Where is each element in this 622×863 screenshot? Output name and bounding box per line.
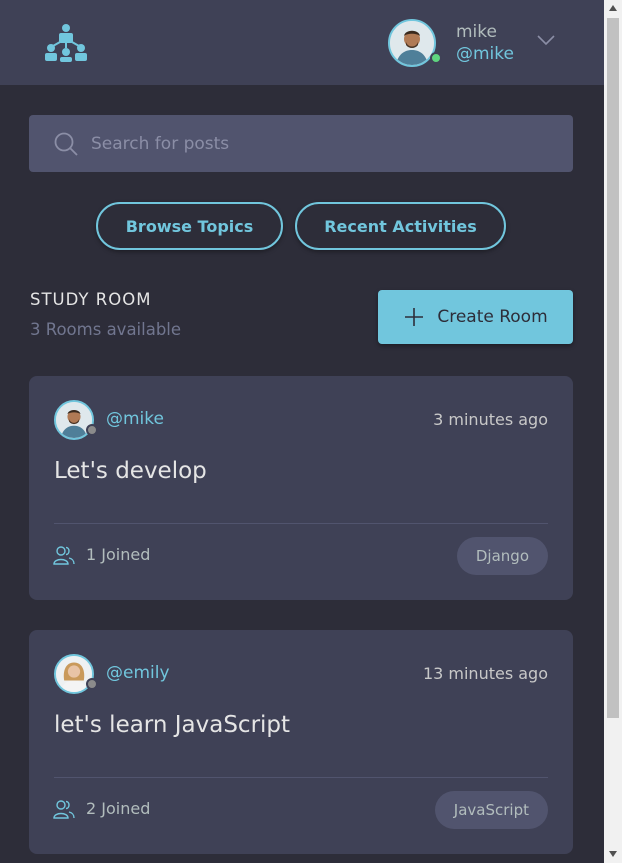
room-title-link[interactable]: Let's develop <box>54 458 207 484</box>
room-timestamp: 3 minutes ago <box>433 410 548 429</box>
user-menu[interactable]: mike @mike <box>388 19 568 69</box>
search-input[interactable] <box>91 115 551 172</box>
joined-count: 1 Joined <box>86 545 151 564</box>
search-bar <box>29 115 573 172</box>
people-network-logo-icon[interactable] <box>44 22 88 62</box>
offline-status-dot <box>86 424 98 436</box>
room-title-link[interactable]: let's learn JavaScript <box>54 712 290 738</box>
page: mike @mike Browse Topics Recent Activiti… <box>0 0 604 863</box>
room-host-link[interactable]: @emily <box>106 663 170 683</box>
people-icon <box>53 546 75 565</box>
divider <box>54 777 548 778</box>
joined-count: 2 Joined <box>86 799 151 818</box>
room-host-link[interactable]: @mike <box>106 409 164 429</box>
create-room-button[interactable]: Create Room <box>378 290 573 344</box>
avatar[interactable] <box>388 19 436 67</box>
user-handle: @mike <box>456 44 514 64</box>
recent-activities-button[interactable]: Recent Activities <box>295 202 506 250</box>
vertical-scrollbar[interactable] <box>604 0 622 863</box>
chevron-down-icon[interactable] <box>536 33 556 47</box>
plus-icon <box>405 308 424 326</box>
scroll-up-arrow-icon[interactable] <box>608 4 618 12</box>
room-card[interactable]: @mike 3 minutes ago Let's develop 1 Join… <box>29 376 573 600</box>
room-card[interactable]: @emily 13 minutes ago let's learn JavaSc… <box>29 630 573 854</box>
room-timestamp: 13 minutes ago <box>422 664 548 683</box>
offline-status-dot <box>86 678 98 690</box>
create-room-label: Create Room <box>437 307 548 327</box>
study-room-title: STUDY ROOM <box>30 290 152 309</box>
topic-tag[interactable]: JavaScript <box>434 791 548 829</box>
top-header: mike @mike <box>0 0 604 85</box>
people-icon <box>53 800 75 819</box>
topic-tag[interactable]: Django <box>456 537 548 575</box>
scroll-thumb[interactable] <box>607 18 619 718</box>
rooms-available-count: 3 Rooms available <box>30 320 182 339</box>
online-status-dot <box>430 52 442 64</box>
search-icon <box>54 132 78 156</box>
scroll-down-arrow-icon[interactable] <box>608 850 618 858</box>
divider <box>54 523 548 524</box>
user-name: mike <box>456 22 497 42</box>
browse-topics-button[interactable]: Browse Topics <box>96 202 283 250</box>
avatar-mike-icon <box>390 21 434 65</box>
